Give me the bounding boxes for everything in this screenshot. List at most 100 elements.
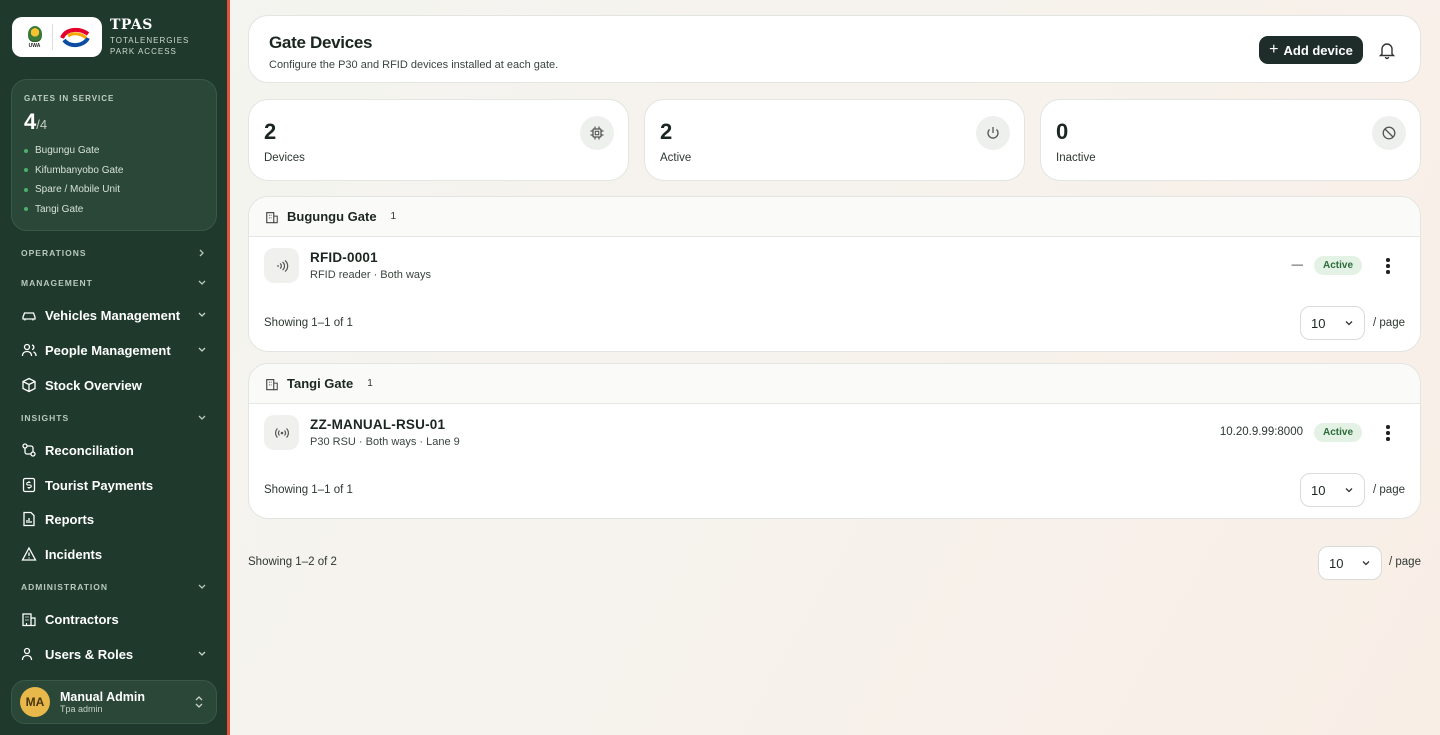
- users-icon: [21, 343, 37, 357]
- chevron-down-icon: [1345, 321, 1353, 326]
- chevron-down-icon: [1345, 488, 1353, 493]
- chevron-down-icon: [198, 280, 206, 285]
- stat-value: 2: [264, 119, 277, 144]
- chip-icon: [590, 126, 604, 140]
- page-subtitle: Configure the P30 and RFID devices insta…: [269, 59, 559, 71]
- pagination-summary: Showing 1–1 of 1: [264, 317, 353, 329]
- building-icon: [22, 613, 36, 627]
- status-dot: [24, 187, 28, 192]
- nav-users-roles[interactable]: Users & Roles: [21, 641, 207, 667]
- building-icon: [266, 211, 278, 223]
- chevron-down-icon: [198, 651, 206, 656]
- device-address: 10.20.9.99:8000: [1219, 426, 1303, 438]
- uwa-logo: UWA: [23, 23, 47, 51]
- page-size-select[interactable]: 10: [1300, 306, 1365, 340]
- chevron-down-icon: [1362, 561, 1370, 566]
- per-page-label: / page: [1389, 556, 1421, 568]
- nav-reports[interactable]: Reports: [21, 506, 207, 532]
- gate-name: Bugungu Gate: [287, 209, 377, 224]
- nav-reconciliation[interactable]: Reconciliation: [21, 437, 207, 463]
- brand[interactable]: UWA TPAS TOTALENERGIES PARK ACCESS: [12, 12, 217, 62]
- page-header: Gate Devices Configure the P30 and RFID …: [248, 15, 1421, 83]
- totalenergies-logo: [59, 27, 90, 47]
- gates-label: GATES IN SERVICE: [24, 94, 115, 103]
- car-icon: [22, 312, 36, 321]
- stat-value: 2: [660, 119, 673, 144]
- section-management[interactable]: MANAGEMENT: [21, 278, 207, 288]
- reconcile-icon: [22, 443, 36, 457]
- user-role: Tpa admin: [60, 704, 103, 714]
- chevron-up-down-icon: [195, 696, 203, 708]
- device-row[interactable]: RFID-0001 RFID reader · Both ways — Acti…: [249, 237, 1420, 295]
- device-address: —: [1291, 259, 1304, 271]
- device-description: RFID reader · Both ways: [310, 269, 432, 281]
- gates-count: 4/4: [24, 109, 48, 134]
- stat-card-inactive: 0 Inactive: [1040, 99, 1421, 181]
- device-row[interactable]: ZZ-MANUAL-RSU-01 P30 RSU · Both ways · L…: [249, 404, 1420, 462]
- gate-list-item: Kifumbanyobo Gate: [24, 161, 204, 181]
- section-operations[interactable]: OPERATIONS: [21, 248, 207, 258]
- per-page-label: / page: [1373, 317, 1405, 329]
- nav-stock-overview[interactable]: Stock Overview: [21, 372, 207, 398]
- stat-label: Active: [660, 152, 692, 164]
- pagination-summary: Showing 1–1 of 1: [264, 484, 353, 496]
- section-insights[interactable]: INSIGHTS: [21, 413, 207, 423]
- nav-incidents[interactable]: Incidents: [21, 541, 207, 567]
- gate-device-count: 1: [367, 378, 373, 389]
- page-size-select[interactable]: 10: [1300, 473, 1365, 507]
- receipt-icon: [22, 477, 36, 493]
- add-device-button[interactable]: + Add device: [1259, 36, 1363, 64]
- stat-label: Devices: [264, 152, 305, 164]
- nav-contractors[interactable]: Contractors: [21, 606, 207, 632]
- gate-list-item: Spare / Mobile Unit: [24, 180, 204, 200]
- ban-icon: [1382, 126, 1396, 140]
- page-size-select[interactable]: 10: [1318, 546, 1382, 580]
- user-name: Manual Admin: [60, 690, 145, 704]
- user-key-icon: [21, 647, 33, 661]
- stat-card-devices: 2 Devices: [248, 99, 629, 181]
- section-administration[interactable]: ADMINISTRATION: [21, 582, 207, 592]
- device-description: P30 RSU · Both ways · Lane 9: [310, 436, 460, 448]
- status-dot: [24, 148, 28, 153]
- power-icon: [987, 127, 999, 139]
- brand-subtitle: TOTALENERGIES PARK ACCESS: [110, 36, 190, 56]
- gate-device-count: 1: [390, 211, 397, 222]
- antenna-icon: [274, 427, 289, 438]
- bell-icon[interactable]: [1377, 40, 1397, 60]
- stat-value: 0: [1056, 119, 1069, 144]
- stat-card-active: 2 Active: [644, 99, 1025, 181]
- chevron-down-icon: [198, 415, 206, 420]
- report-icon: [23, 511, 35, 527]
- chevron-down-icon: [198, 584, 206, 589]
- box-icon: [22, 377, 36, 393]
- user-menu[interactable]: MA Manual Admin Tpa admin: [11, 680, 217, 724]
- warning-icon: [21, 546, 37, 561]
- rfid-icon: [276, 259, 288, 272]
- device-name: ZZ-MANUAL-RSU-01: [310, 417, 446, 432]
- more-icon[interactable]: [1380, 256, 1396, 276]
- device-name: RFID-0001: [310, 250, 378, 265]
- gates-in-service-card: GATES IN SERVICE 4/4 Bugungu Gate Kifumb…: [11, 79, 217, 231]
- nav-people-management[interactable]: People Management: [21, 337, 207, 363]
- page-title: Gate Devices: [269, 33, 373, 52]
- building-icon: [266, 378, 278, 390]
- nav-vehicles-management[interactable]: Vehicles Management: [21, 302, 207, 328]
- chevron-down-icon: [198, 347, 206, 352]
- gate-list-item: Bugungu Gate: [24, 141, 204, 161]
- status-badge: Active: [1313, 423, 1362, 442]
- partner-logos: UWA: [12, 17, 102, 57]
- chevron-down-icon: [198, 312, 206, 317]
- status-badge: Active: [1313, 256, 1362, 275]
- brand-title: TPAS: [110, 17, 153, 33]
- uwa-logo-text: UWA: [28, 42, 41, 49]
- accent-divider: [227, 0, 230, 735]
- more-icon[interactable]: [1380, 423, 1396, 443]
- status-dot: [24, 168, 28, 173]
- gate-name: Tangi Gate: [287, 376, 354, 391]
- nav-tourist-payments[interactable]: Tourist Payments: [21, 472, 207, 498]
- gate-list-item: Tangi Gate: [24, 200, 204, 220]
- per-page-label: / page: [1373, 484, 1405, 496]
- status-dot: [24, 207, 28, 212]
- chevron-right-icon: [199, 249, 204, 257]
- avatar: MA: [20, 687, 50, 717]
